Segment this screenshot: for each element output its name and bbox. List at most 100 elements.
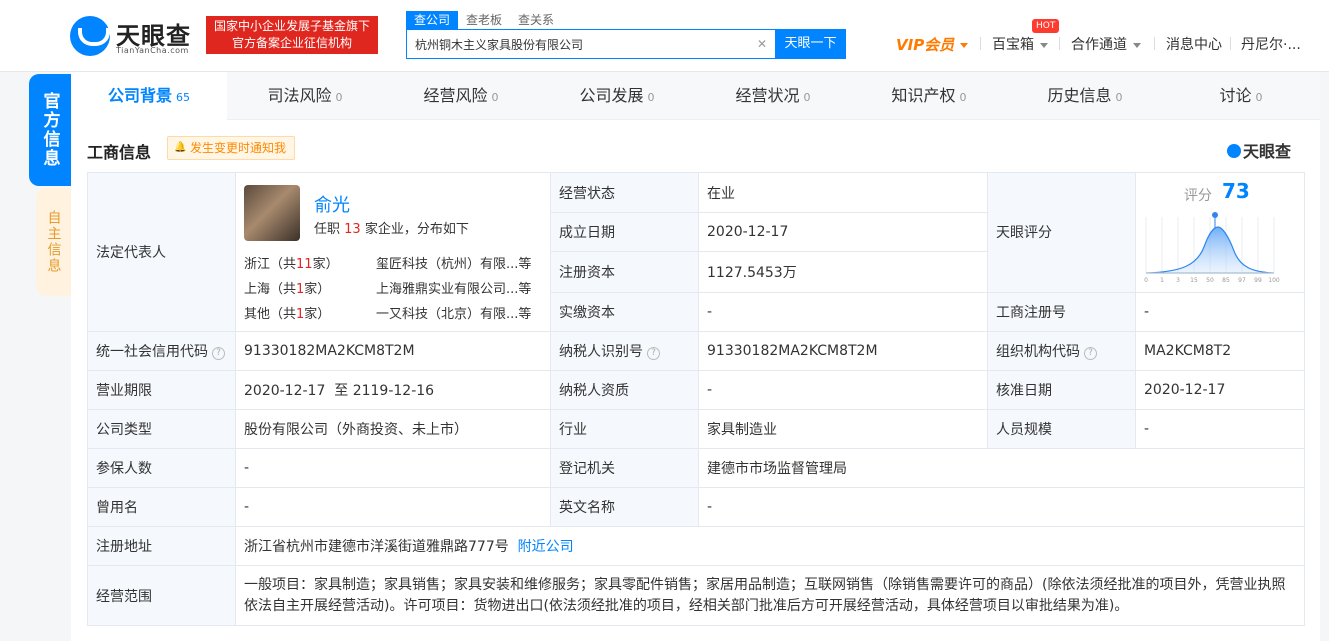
region-suffix: 家） bbox=[304, 307, 331, 322]
tab-count: 65 bbox=[176, 91, 190, 104]
tab-discussion[interactable]: 讨论 0 bbox=[1163, 72, 1319, 120]
tab-company-development[interactable]: 公司发展 0 bbox=[539, 72, 695, 120]
label-reg-address: 注册地址 bbox=[87, 526, 236, 566]
search-tab-boss[interactable]: 查老板 bbox=[458, 11, 510, 29]
avatar[interactable] bbox=[244, 185, 300, 241]
help-icon[interactable]: ? bbox=[212, 347, 225, 360]
help-icon[interactable]: ? bbox=[647, 347, 660, 360]
region-company[interactable]: 上海雅鼎实业有限公司...等 bbox=[376, 278, 531, 297]
nav-message-center[interactable]: 消息中心 bbox=[1166, 34, 1222, 54]
nav-baibaoxiang-label: 百宝箱 bbox=[992, 37, 1034, 53]
label-text: 组织机构代码 bbox=[996, 344, 1080, 360]
chevron-down-icon bbox=[1133, 42, 1141, 48]
nav-vip-label: VIP会员 bbox=[896, 36, 955, 54]
label-legal-rep: 法定代表人 bbox=[87, 172, 236, 332]
hot-badge: HOT bbox=[1032, 19, 1060, 33]
score-tick: 100 bbox=[1268, 277, 1280, 284]
tianyancha-logo[interactable]: 天眼查 TianYanCha.com bbox=[70, 14, 200, 58]
nearby-companies-link[interactable]: 附近公司 bbox=[518, 539, 574, 555]
chevron-down-icon bbox=[1040, 42, 1048, 48]
section-title: 工商信息 bbox=[87, 143, 152, 162]
value-business-scope: 一般项目：家具制造；家具销售；家具安装和维修服务；家具零配件销售；家居用品制造；… bbox=[235, 565, 1305, 626]
region-company[interactable]: 一又科技（北京）有限...等 bbox=[376, 303, 531, 322]
desc-count: 13 bbox=[344, 222, 361, 237]
tab-count: 0 bbox=[1255, 91, 1263, 104]
nav-divider bbox=[1059, 37, 1060, 50]
label-tax-id: 纳税人识别号? bbox=[550, 331, 699, 371]
search-button[interactable]: 天眼一下 bbox=[775, 29, 846, 59]
nav-hezuo-label: 合作通道 bbox=[1071, 37, 1127, 53]
nav-divider bbox=[1154, 37, 1155, 50]
logo-subtext: TianYanCha.com bbox=[116, 46, 189, 55]
official-badge: 国家中小企业发展子基金旗下 官方备案企业征信机构 bbox=[206, 16, 378, 54]
nav-user[interactable]: 丹尼尔·... bbox=[1241, 34, 1301, 54]
score-distribution-graph: 0 1 3 15 50 85 97 99 100 bbox=[1144, 212, 1280, 284]
tab-company-background[interactable]: 公司背景 65 bbox=[71, 72, 227, 120]
eye-logo-icon bbox=[1227, 144, 1241, 158]
region-label: 浙江（共 bbox=[244, 257, 297, 272]
search-tab-relation[interactable]: 查关系 bbox=[510, 11, 562, 29]
label-status: 经营状态 bbox=[550, 171, 699, 214]
tab-judicial-risk[interactable]: 司法风险 0 bbox=[227, 72, 383, 120]
region-suffix: 家） bbox=[312, 257, 339, 272]
score-tick: 1 bbox=[1160, 277, 1164, 284]
value-status: 在业 bbox=[698, 171, 988, 214]
value-english-name: - bbox=[698, 487, 1305, 527]
value-taxpayer-qual: - bbox=[698, 370, 988, 410]
tab-ip[interactable]: 知识产权 0 bbox=[851, 72, 1007, 120]
clear-icon[interactable]: ✕ bbox=[757, 37, 767, 51]
desc-pre: 任职 bbox=[314, 222, 341, 237]
label-text: 纳税人识别号 bbox=[559, 344, 643, 360]
tab-operating-status[interactable]: 经营状况 0 bbox=[695, 72, 851, 120]
label-industry: 行业 bbox=[550, 409, 699, 449]
nav-baibaoxiang[interactable]: 百宝箱 bbox=[992, 34, 1048, 54]
region-row: 其他（共1家） bbox=[244, 303, 330, 322]
legal-rep-desc: 任职 13 家企业，分布如下 bbox=[314, 218, 469, 237]
region-company[interactable]: 玺匠科技（杭州）有限...等 bbox=[376, 253, 531, 272]
category-tabs: 公司背景 65 司法风险 0 经营风险 0 公司发展 0 经营状况 0 知识产权 0 历史信… bbox=[71, 72, 1320, 120]
value-found-date: 2020-12-17 bbox=[698, 212, 988, 253]
label-former-name: 曾用名 bbox=[87, 487, 236, 527]
tab-history[interactable]: 历史信息 0 bbox=[1007, 72, 1163, 120]
help-icon[interactable]: ? bbox=[1084, 347, 1097, 360]
score-tick: 50 bbox=[1206, 277, 1214, 284]
search-box: ✕ bbox=[406, 29, 776, 59]
score-tick: 0 bbox=[1144, 277, 1148, 284]
region-label: 上海（共 bbox=[244, 282, 297, 297]
nav-vip[interactable]: VIP会员 bbox=[896, 34, 969, 55]
score-tick: 85 bbox=[1222, 277, 1230, 284]
value-reg-capital: 1127.5453万 bbox=[698, 251, 988, 293]
search-tab-company[interactable]: 查公司 bbox=[406, 11, 459, 29]
tab-label: 公司发展 bbox=[579, 86, 644, 105]
search-input[interactable] bbox=[407, 30, 747, 58]
tab-label: 公司背景 bbox=[107, 86, 172, 105]
label-taxpayer-qual: 纳税人资质 bbox=[550, 370, 699, 410]
label-insured-count: 参保人数 bbox=[87, 448, 236, 488]
side-tab-official[interactable]: 官方信息 bbox=[29, 74, 71, 186]
score-cell: 评分 73 0 1 3 15 50 85 97 99 100 bbox=[1135, 172, 1305, 293]
tab-count: 0 bbox=[335, 91, 343, 104]
address-text: 浙江省杭州市建德市洋溪街道雅鼎路777号 bbox=[244, 539, 509, 555]
label-reg-authority: 登记机关 bbox=[550, 448, 699, 488]
score-value: 73 bbox=[1222, 179, 1250, 204]
value-reg-authority: 建德市市场监督管理局 bbox=[698, 448, 1305, 488]
tab-operating-risk[interactable]: 经营风险 0 bbox=[383, 72, 539, 120]
badge-line2: 官方备案企业征信机构 bbox=[231, 36, 352, 50]
label-org-code: 组织机构代码? bbox=[987, 331, 1136, 371]
notify-change-button[interactable]: 发生变更时通知我 bbox=[167, 136, 296, 160]
label-english-name: 英文名称 bbox=[550, 487, 699, 527]
score-tick: 97 bbox=[1238, 277, 1246, 284]
label-text: 统一社会信用代码 bbox=[96, 344, 208, 360]
legal-rep-cell: 俞光 任职 13 家企业，分布如下 浙江（共11家） 玺匠科技（杭州）有限...… bbox=[235, 172, 551, 332]
value-org-code: MA2KCM8T2 bbox=[1135, 331, 1305, 371]
region-suffix: 家） bbox=[304, 282, 331, 297]
legal-rep-name[interactable]: 俞光 bbox=[314, 191, 350, 217]
value-reg-number: - bbox=[1135, 291, 1305, 333]
value-tax-id: 91330182MA2KCM8T2M bbox=[698, 331, 988, 371]
tab-count: 0 bbox=[959, 91, 967, 104]
value-reg-address: 浙江省杭州市建德市洋溪街道雅鼎路777号 附近公司 bbox=[235, 526, 1305, 566]
tab-count: 0 bbox=[491, 91, 499, 104]
nav-hezuo[interactable]: 合作通道 bbox=[1071, 34, 1141, 54]
value-industry: 家具制造业 bbox=[698, 409, 988, 449]
side-tab-self[interactable]: 自主信息 bbox=[36, 188, 71, 296]
